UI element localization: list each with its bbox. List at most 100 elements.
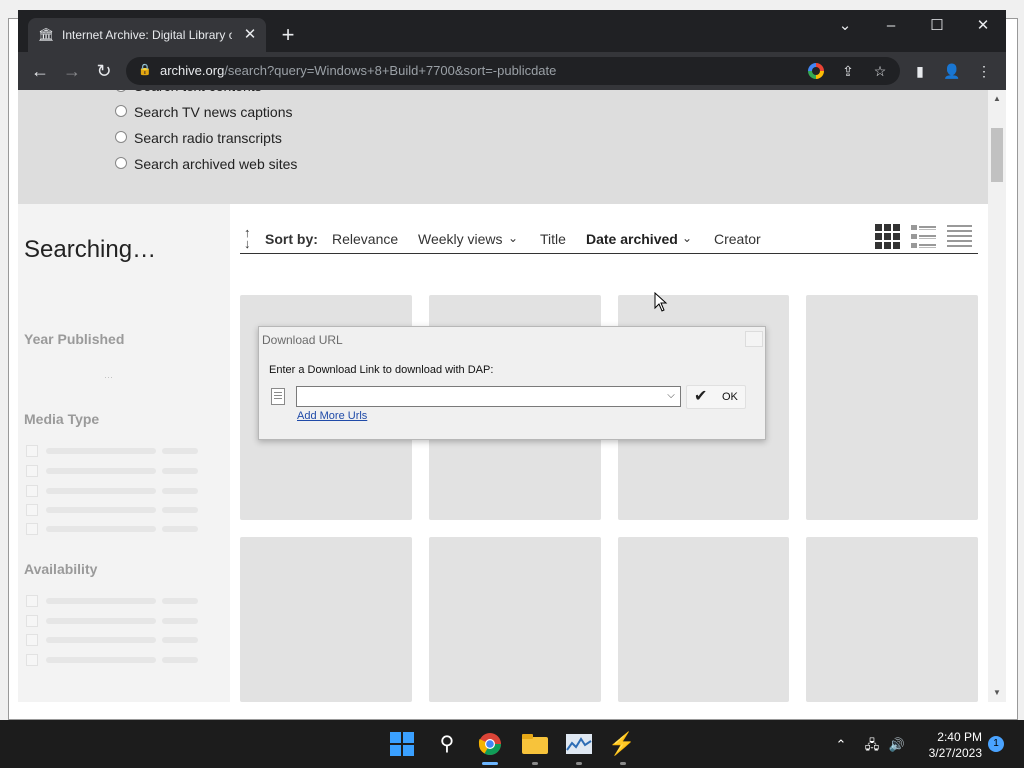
sort-direction-icon[interactable]: ↑ ↓ [244, 226, 260, 250]
dropdown-arrow-icon[interactable]: ⌵ [664, 388, 678, 404]
clock-date: 3/27/2023 [928, 746, 982, 760]
skeleton-bar [162, 448, 198, 454]
forward-button-glyph[interactable]: → [60, 60, 84, 82]
skeleton-checkbox [26, 615, 38, 627]
scroll-down-arrow[interactable]: ▼ [988, 685, 1006, 701]
lightning-app-icon[interactable]: ⚡ [606, 728, 638, 760]
app-running-indicator [576, 762, 582, 765]
skeleton-bar [46, 526, 156, 532]
clock-time: 2:40 PM [937, 730, 982, 744]
result-tile-placeholder [618, 537, 789, 702]
menu-kebab-icon-overlay[interactable]: ⋮ [974, 61, 994, 81]
file-explorer-icon[interactable] [522, 734, 548, 754]
app-running-indicator [620, 762, 626, 765]
network-icon[interactable]: 🖧 [862, 736, 882, 754]
searching-status: Searching… [24, 236, 157, 263]
skeleton-bar [162, 598, 198, 604]
skeleton-bar [46, 598, 156, 604]
address-url-overlay[interactable]: archive.org/search?query=Windows+8+Build… [160, 63, 800, 79]
search-icon[interactable]: ⚲ [431, 728, 463, 760]
sort-date-archived[interactable]: Date archived [586, 231, 678, 247]
skeleton-checkbox [26, 634, 38, 646]
result-tile-placeholder [240, 537, 412, 702]
tab-title: Internet Archive: Digital Library o [62, 28, 232, 42]
search-option-label: Search radio transcripts [134, 130, 282, 146]
windows-start-icon[interactable] [390, 732, 414, 756]
chrome-app-icon[interactable] [478, 732, 502, 756]
archive-building-icon: 🏛 [38, 27, 55, 42]
performance-monitor-icon[interactable] [566, 734, 592, 754]
result-tile-placeholder [806, 295, 978, 520]
skeleton-bar [162, 488, 198, 494]
skeleton-checkbox [26, 654, 38, 666]
sort-relevance[interactable]: Relevance [332, 231, 398, 247]
result-tile-placeholder [806, 537, 978, 702]
bookmark-star-icon-overlay[interactable]: ☆ [870, 61, 890, 81]
skeleton-bar [162, 637, 198, 643]
skeleton-checkbox [26, 485, 38, 497]
radio-search-radio[interactable] [115, 131, 127, 143]
ok-button-label: OK [722, 391, 738, 403]
loading-dots: ··· [104, 372, 113, 382]
skeleton-bar [46, 657, 156, 663]
reload-button-glyph[interactable]: ↻ [92, 60, 116, 82]
taskbar-clock[interactable]: 2:40 PM 3/27/2023 [912, 729, 982, 761]
sort-by-label: Sort by: [265, 231, 318, 247]
skeleton-checkbox [26, 504, 38, 516]
scroll-up-arrow[interactable]: ▲ [988, 91, 1006, 107]
chevron-up-icon[interactable]: ⌃ [831, 736, 851, 754]
compact-list-view-icon[interactable] [947, 224, 973, 250]
dialog-close-button[interactable] [745, 331, 763, 347]
search-option-label: Search archived web sites [134, 156, 298, 172]
skeleton-checkbox [26, 465, 38, 477]
radio-search-web[interactable] [115, 157, 127, 169]
notification-badge[interactable]: 1 [988, 736, 1004, 752]
checkmark-icon: ✔ [694, 388, 708, 405]
list-detail-view-icon[interactable] [911, 224, 937, 250]
facet-year-published[interactable]: Year Published [24, 331, 124, 347]
skeleton-bar [162, 468, 198, 474]
skeleton-bar [46, 637, 156, 643]
lock-icon-overlay[interactable]: 🔒 [138, 63, 152, 77]
app-running-indicator [532, 762, 538, 765]
skeleton-bar [46, 468, 156, 474]
grid-view-icon[interactable] [875, 224, 901, 250]
facet-availability[interactable]: Availability [24, 561, 97, 577]
profile-icon-overlay[interactable]: 👤 [942, 61, 962, 81]
skeleton-bar [46, 618, 156, 624]
skeleton-bar [162, 618, 198, 624]
new-tab-button[interactable]: + [278, 24, 298, 46]
mouse-pointer-icon [654, 292, 668, 312]
tab-close-icon[interactable]: ✕ [242, 26, 258, 44]
skeleton-bar [162, 526, 198, 532]
maximize-button[interactable]: ☐ [922, 16, 952, 36]
skeleton-checkbox [26, 523, 38, 535]
close-window-button[interactable]: ✕ [968, 16, 998, 36]
scrollbar-thumb[interactable] [991, 128, 1003, 182]
share-icon-overlay[interactable]: ⇪ [838, 61, 858, 81]
download-url-input[interactable] [296, 386, 681, 407]
back-button-glyph[interactable]: ← [28, 60, 52, 82]
skeleton-checkbox [26, 445, 38, 457]
skeleton-bar [162, 657, 198, 663]
sort-creator[interactable]: Creator [714, 231, 761, 247]
skeleton-bar [46, 507, 156, 513]
facet-media-type[interactable]: Media Type [24, 411, 99, 427]
result-tile-placeholder [429, 537, 601, 702]
chevron-down-icon[interactable]: ⌄ [682, 231, 692, 245]
tab-search-icon[interactable]: ⌄ [830, 16, 860, 36]
radio-search-tv[interactable] [115, 105, 127, 117]
volume-icon[interactable]: 🔊 [887, 736, 907, 754]
chevron-down-icon[interactable]: ⌄ [508, 231, 518, 245]
skeleton-checkbox [26, 595, 38, 607]
minimize-button[interactable]: – [876, 16, 906, 36]
side-panel-icon-overlay[interactable]: ▮ [910, 61, 930, 81]
google-lens-icon-overlay-center [812, 67, 820, 75]
search-option-label: Search TV news captions [134, 104, 293, 120]
sort-title[interactable]: Title [540, 231, 566, 247]
active-app-indicator [482, 762, 498, 765]
skeleton-bar [46, 488, 156, 494]
skeleton-bar [162, 507, 198, 513]
sort-weekly-views[interactable]: Weekly views [418, 231, 503, 247]
add-more-urls-link[interactable]: Add More Urls [297, 410, 367, 422]
